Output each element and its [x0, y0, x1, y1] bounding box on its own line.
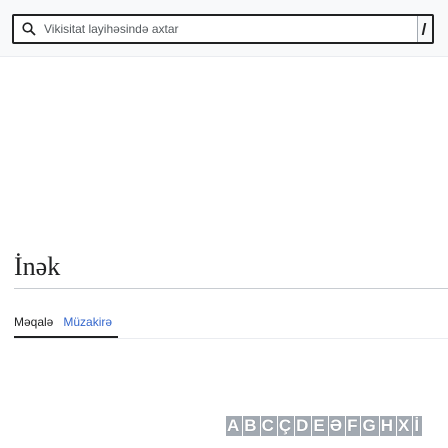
alphabet-letter[interactable]: İ	[413, 416, 423, 436]
page-tabs: Məqalə Müzakirə	[14, 314, 112, 330]
tabs-divider	[14, 338, 448, 339]
alphabet-nav: ABCÇDEƏFGHXİ	[226, 416, 423, 436]
search-button[interactable]	[417, 16, 432, 42]
search-box[interactable]	[12, 14, 434, 44]
alphabet-letter[interactable]: C	[260, 416, 277, 436]
alphabet-letter[interactable]: H	[379, 416, 396, 436]
alphabet-letter[interactable]: E	[312, 416, 328, 436]
alphabet-letter[interactable]: G	[361, 416, 379, 436]
tab-talk[interactable]: Müzakirə	[63, 314, 112, 330]
alphabet-letter[interactable]: Ə	[328, 416, 346, 436]
alphabet-letter[interactable]: X	[397, 416, 413, 436]
page-title: İnək	[14, 252, 61, 281]
title-divider	[14, 288, 448, 289]
search-input[interactable]	[14, 16, 422, 42]
alphabet-letter[interactable]: D	[295, 416, 312, 436]
header-bar	[0, 0, 448, 57]
alphabet-letter[interactable]: B	[243, 416, 260, 436]
alphabet-letter[interactable]: F	[346, 416, 361, 436]
tab-article[interactable]: Məqalə	[14, 314, 53, 330]
alphabet-letter[interactable]: A	[226, 416, 243, 436]
alphabet-letter[interactable]: Ç	[277, 416, 295, 436]
search-button-glyph	[421, 23, 427, 35]
